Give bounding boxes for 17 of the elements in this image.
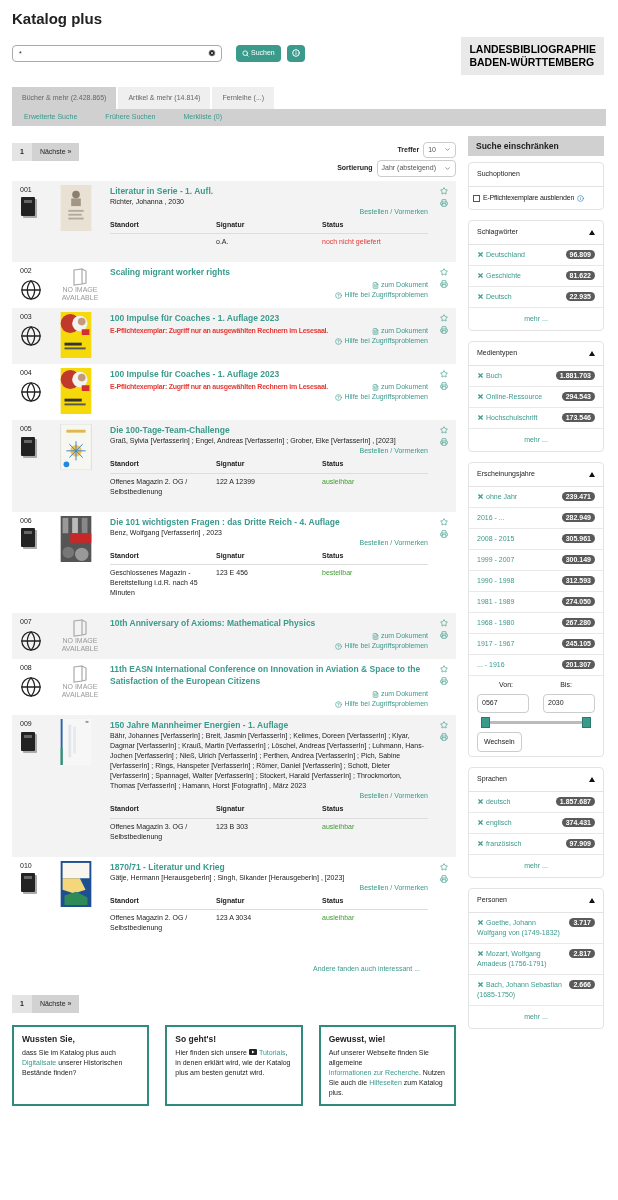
info-card-title: So geht's!: [175, 1033, 218, 1046]
result-title[interactable]: Literatur in Serie - 1. Aufl.: [110, 184, 428, 197]
info-card-title: Gewusst, wie!: [328, 1033, 387, 1046]
logo-text: BADEN-WÜRTTEMBERG: [469, 55, 596, 69]
result-title[interactable]: 150 Jahre Mannheimer Energien - 1. Auflage: [110, 719, 428, 731]
sidebar-header: Suche einschränken: [468, 135, 604, 157]
page-title: Katalog plus: [12, 9, 103, 29]
result-title[interactable]: 100 Impulse für Coaches - 1. Auflage 2023: [110, 368, 428, 380]
result-title[interactable]: 10th Anniversary of Axioms: Mathematical Physics: [110, 617, 428, 629]
result-title[interactable]: Die 101 wichtigsten Fragen : das Dritte Reich - 4. Auflage: [110, 515, 428, 528]
result-title[interactable]: Scaling migrant worker rights: [110, 266, 428, 278]
info-card-title: Wussten Sie,: [22, 1033, 76, 1046]
result-title[interactable]: 100 Impulse für Coaches - 1. Auflage 2023: [110, 312, 428, 324]
result-title[interactable]: Die 100-Tage-Team-Challenge: [110, 424, 428, 436]
logo-text: LANDESBIBLIOGRAPHIE: [469, 42, 596, 56]
result-title[interactable]: 11th EASN International Conference on Innovation in Aviation & Space to the Satisfaction of the European Citizens: [110, 663, 428, 687]
result-title[interactable]: 1870/71 - Literatur und Krieg: [110, 860, 428, 873]
